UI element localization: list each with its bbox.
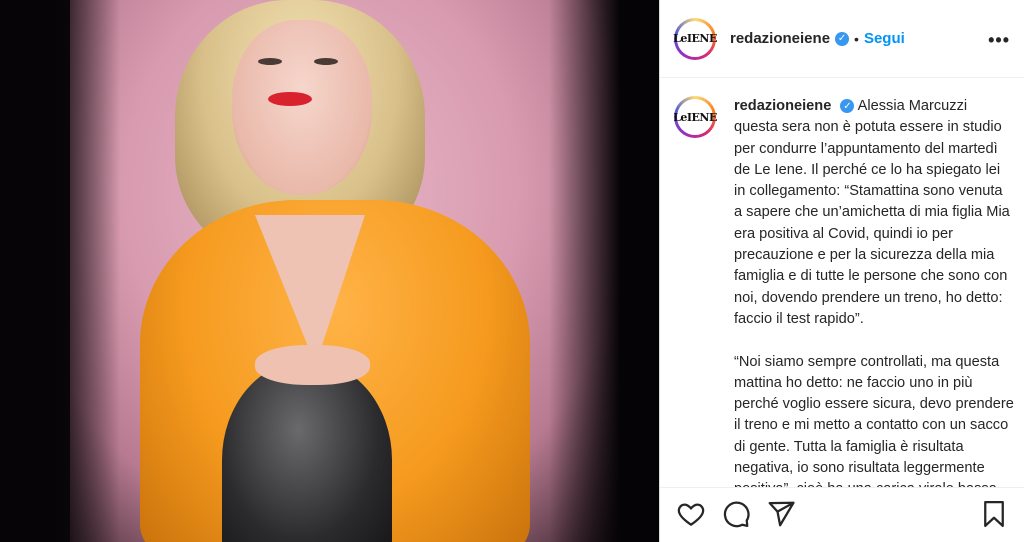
header-separator: • <box>854 30 859 47</box>
caption-username[interactable]: redazioneiene <box>734 98 831 114</box>
post-header: LeIENE redazioneiene ✓ • Segui ••• <box>660 0 1024 78</box>
post-photo[interactable] <box>0 0 659 542</box>
post-sidebar: LeIENE redazioneiene ✓ • Segui ••• LeIEN… <box>659 0 1024 542</box>
follow-button[interactable]: Segui <box>864 30 905 47</box>
photo-shadow-left <box>0 0 120 542</box>
photo-shadow-right <box>549 0 659 542</box>
avatar-logo: LeIENE <box>674 99 717 135</box>
caption-text: Alessia Marcuzzi questa sera non è potut… <box>734 98 1014 488</box>
share-icon[interactable] <box>766 499 796 529</box>
heart-icon[interactable] <box>676 499 706 529</box>
header-username[interactable]: redazioneiene <box>730 30 830 47</box>
photo-lips <box>268 92 312 106</box>
verified-badge-icon: ✓ <box>840 99 855 114</box>
more-options-icon[interactable]: ••• <box>988 30 1010 51</box>
instagram-post: LeIENE redazioneiene ✓ • Segui ••• LeIEN… <box>0 0 1024 542</box>
avatar-logo: LeIENE <box>673 20 717 57</box>
photo-eye <box>314 58 338 65</box>
post-caption: LeIENE redazioneiene ✓ Alessia Marcuzzi … <box>674 96 1014 488</box>
photo-eye <box>258 58 282 65</box>
caption-avatar[interactable]: LeIENE <box>674 96 717 138</box>
verified-badge-icon: ✓ <box>835 31 850 46</box>
bookmark-icon[interactable] <box>979 499 1009 529</box>
photo-hand <box>255 345 370 385</box>
profile-avatar[interactable]: LeIENE <box>673 17 717 60</box>
caption-text-block: redazioneiene ✓ Alessia Marcuzzi questa … <box>734 96 1014 488</box>
photo-face <box>232 20 372 195</box>
comment-icon[interactable] <box>721 499 751 529</box>
action-bar <box>660 487 1024 542</box>
